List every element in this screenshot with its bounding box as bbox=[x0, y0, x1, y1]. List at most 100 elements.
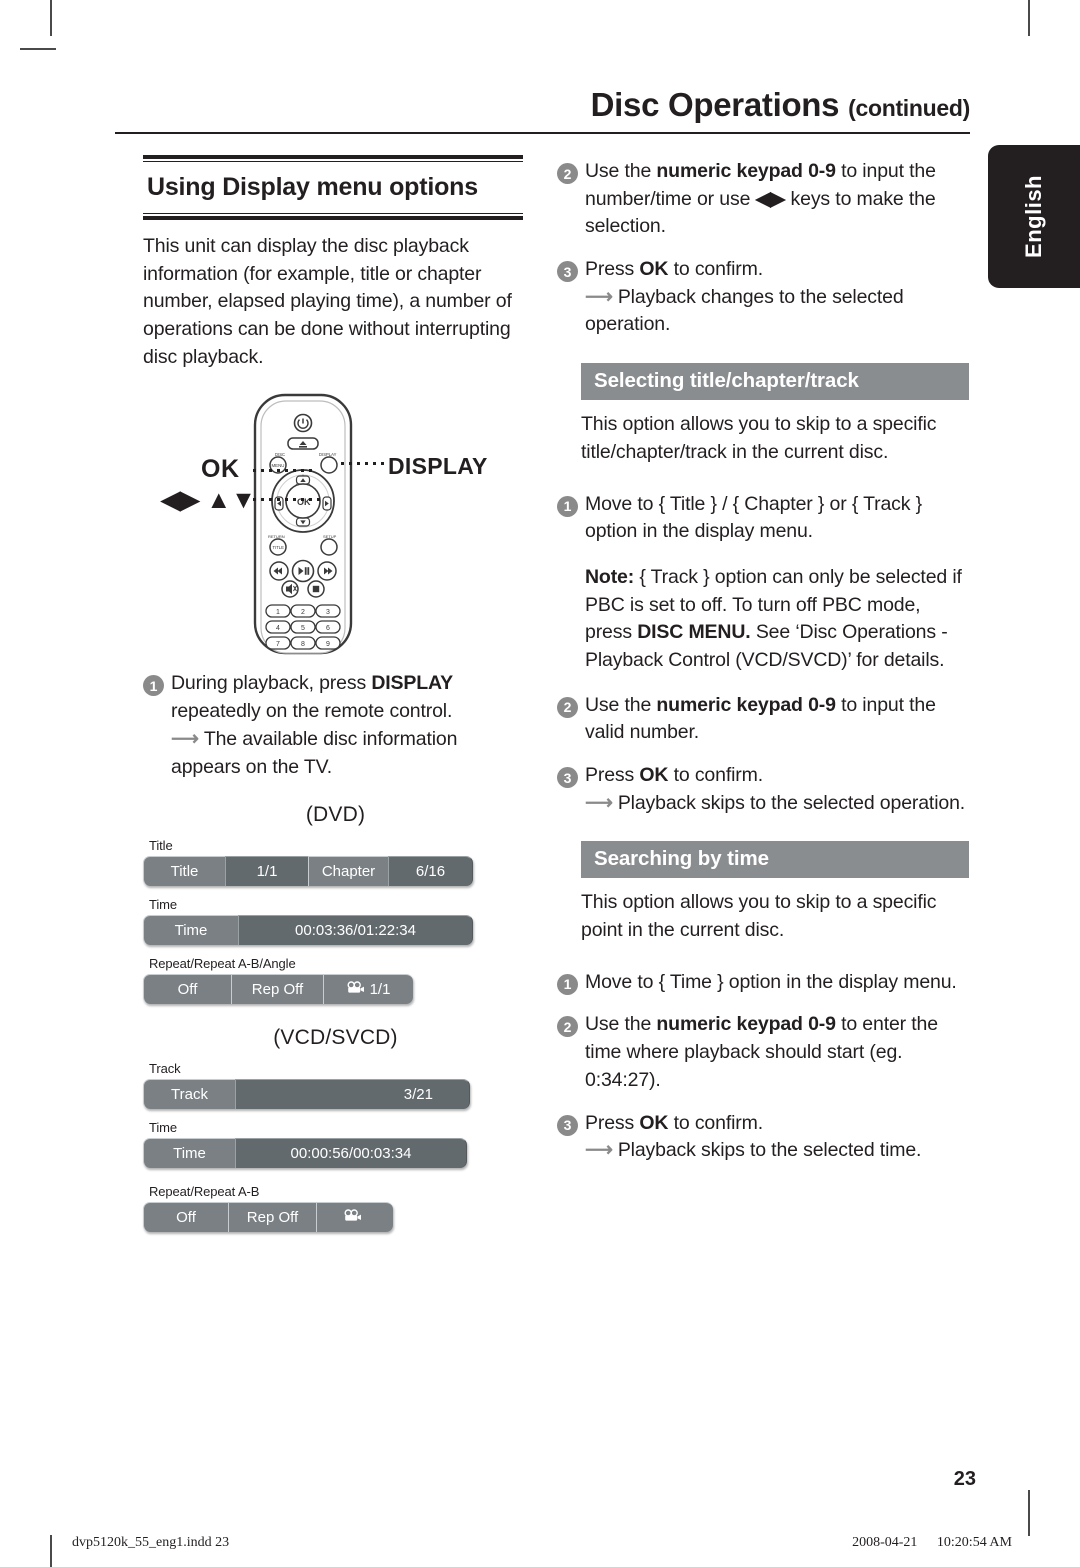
step-text-pre: Use the bbox=[585, 1013, 657, 1036]
osd-segment-title[interactable]: Title bbox=[143, 856, 225, 887]
section-rule-top-thick bbox=[143, 155, 523, 159]
step-text-bold: OK bbox=[639, 764, 669, 786]
svg-text:9: 9 bbox=[326, 641, 330, 648]
step-number-badge: 3 bbox=[557, 767, 578, 788]
step-text-bold: numeric keypad 0-9 bbox=[656, 160, 836, 182]
step-text-pre: Use the bbox=[585, 693, 657, 716]
step-number-badge: 3 bbox=[557, 1114, 578, 1136]
step-number-badge: 3 bbox=[557, 261, 578, 283]
left-step-1: 1 During playback, press DISPLAY repeate… bbox=[143, 670, 528, 781]
step-text: Move to { Time } option in the display m… bbox=[585, 970, 957, 993]
section-rule-bottom-thin bbox=[143, 213, 523, 214]
subsection-heading-selecting: Selecting title/chapter/track bbox=[581, 363, 969, 401]
svg-text:5: 5 bbox=[301, 625, 305, 632]
note-block: Note: { Track } option can only be selec… bbox=[557, 564, 969, 675]
remote-control-svg: DISC MENU DISPLAY OK RETURN TITLE SETUP … bbox=[253, 394, 353, 655]
select-step-1: 1 Move to { Title } / { Chapter } or { T… bbox=[557, 491, 969, 546]
callout-nav-keys-label: ◀▶ ▲▼ bbox=[161, 486, 256, 515]
section-title: Using Display menu options bbox=[147, 173, 478, 201]
vcd-osd-row1-label: Track bbox=[149, 1061, 181, 1077]
language-tab: English bbox=[988, 145, 1080, 288]
step-text-bold: OK bbox=[639, 258, 669, 281]
osd-segment-repeat[interactable]: Off bbox=[143, 974, 231, 1005]
step-text: Use the numeric keypad 0-9 to input the … bbox=[585, 158, 969, 241]
page-title-main: Disc Operations bbox=[590, 86, 840, 123]
time-step-2: 2 Use the numeric keypad 0-9 to enter th… bbox=[557, 1011, 969, 1094]
svg-text:DISPLAY: DISPLAY bbox=[319, 452, 337, 457]
step-text-bold: OK bbox=[639, 1111, 669, 1134]
crop-mark-bottom-left-vertical bbox=[50, 1535, 52, 1567]
step-text-pre: Press bbox=[585, 764, 640, 786]
dvd-osd-row3-label: Repeat/Repeat A-B/Angle bbox=[149, 956, 296, 972]
osd-segment-time-value[interactable]: 00:00:56/00:03:34 bbox=[235, 1138, 467, 1169]
svg-text:7: 7 bbox=[276, 641, 280, 648]
callout-display-label: DISPLAY bbox=[388, 453, 488, 480]
step-text-post: to confirm. bbox=[668, 258, 764, 281]
note-label: Note: bbox=[585, 565, 635, 588]
vcd-osd-row2: Time 00:00:56/00:03:34 bbox=[143, 1138, 528, 1169]
select-step-3: 3 Press OK to confirm. ⟶ Playback skips t… bbox=[557, 762, 969, 817]
step-result-text: Playback changes to the selected operati… bbox=[585, 285, 904, 336]
vcd-osd-panel: Track Track 3/21 Time Time 00:00:56/00:0… bbox=[143, 1061, 528, 1233]
note-disc-menu-bold: DISC MENU. bbox=[637, 621, 751, 644]
osd-segment-repeat-ab[interactable]: Rep Off bbox=[231, 974, 323, 1005]
svg-text:DISC: DISC bbox=[275, 452, 285, 457]
angle-camera-icon bbox=[347, 981, 365, 998]
osd-segment-time[interactable]: Time bbox=[143, 915, 238, 946]
step-result-text: Playback skips to the selected time. bbox=[617, 1139, 922, 1162]
step-text: Press OK to confirm. ⟶ Playback skips to … bbox=[585, 762, 965, 817]
svg-text:SETUP: SETUP bbox=[323, 534, 337, 539]
footer-date: 2008-04-21 bbox=[852, 1535, 918, 1550]
step-text-pre: Use the bbox=[585, 160, 657, 182]
svg-text:2: 2 bbox=[301, 609, 305, 616]
step-text-bold: numeric keypad 0-9 bbox=[656, 1013, 836, 1036]
osd-segment-chapter[interactable]: Chapter bbox=[308, 856, 388, 887]
step-number-badge: 2 bbox=[557, 696, 578, 718]
arrow-icon: ⟶ bbox=[585, 1139, 613, 1162]
osd-segment-chapter-value[interactable]: 6/16 bbox=[388, 856, 473, 887]
step-result: ⟶ Playback changes to the selected operat… bbox=[585, 284, 969, 339]
page-header: Disc Operations (continued) bbox=[115, 86, 970, 134]
arrow-icon: ⟶ bbox=[171, 727, 199, 750]
subsection-intro-searching: This option allows you to skip to a spec… bbox=[581, 891, 937, 942]
step-text-post: to confirm. bbox=[668, 764, 764, 786]
vcd-caption: (VCD/SVCD) bbox=[273, 1026, 398, 1050]
section-rule-bottom-thick bbox=[143, 216, 523, 220]
step-text: Use the numeric keypad 0-9 to input the … bbox=[585, 692, 969, 747]
dvd-osd-row2-label: Time bbox=[149, 897, 178, 913]
step-text-bold: DISPLAY bbox=[371, 672, 453, 695]
svg-text:8: 8 bbox=[301, 641, 305, 648]
step-text-pre: Press bbox=[585, 1111, 640, 1134]
angle-camera-icon bbox=[343, 1209, 362, 1226]
callout-ok-label: OK bbox=[201, 455, 240, 484]
osd-segment-time-value[interactable]: 00:03:36/01:22:34 bbox=[238, 915, 473, 946]
step-text-pre: Press bbox=[585, 258, 640, 281]
osd-segment-time[interactable]: Time bbox=[143, 1138, 235, 1169]
step-result: ⟶ Playback skips to the selected time. bbox=[585, 1137, 921, 1165]
footer-timestamp: 2008-04-21 10:20:54 AM bbox=[836, 1535, 1012, 1551]
crop-mark-bottom-right-vertical bbox=[1028, 1490, 1030, 1536]
osd-segment-angle[interactable]: 1/1 bbox=[323, 974, 413, 1005]
osd-segment-angle-value: 1/1 bbox=[369, 981, 391, 999]
nav-keys-icon: ◀▶ bbox=[755, 187, 786, 210]
right-column: 2 Use the numeric keypad 0-9 to input th… bbox=[557, 158, 969, 1165]
step-text: Use the numeric keypad 0-9 to enter the … bbox=[585, 1011, 969, 1094]
osd-segment-track-value[interactable]: 3/21 bbox=[235, 1079, 470, 1110]
callout-leader-nav bbox=[253, 498, 325, 501]
right-step-2: 2 Use the numeric keypad 0-9 to input th… bbox=[557, 158, 969, 241]
osd-segment-repeat[interactable]: Off bbox=[143, 1202, 228, 1233]
osd-segment-repeat-ab[interactable]: Rep Off bbox=[228, 1202, 316, 1233]
osd-segment-track[interactable]: Track bbox=[143, 1079, 235, 1110]
subsection-intro-selecting: This option allows you to skip to a spec… bbox=[581, 413, 937, 463]
svg-text:1: 1 bbox=[276, 609, 280, 616]
osd-segment-title-value[interactable]: 1/1 bbox=[225, 856, 308, 887]
step-text: Press OK to confirm. ⟶ Playback changes t… bbox=[585, 256, 969, 339]
svg-text:3: 3 bbox=[326, 609, 330, 616]
callout-leader-ok bbox=[253, 469, 315, 472]
osd-segment-angle[interactable] bbox=[316, 1202, 393, 1233]
step-text-bold: numeric keypad 0-9 bbox=[656, 693, 836, 716]
section-heading-block: Using Display menu options bbox=[143, 155, 523, 220]
vcd-osd-row3-label: Repeat/Repeat A-B bbox=[149, 1184, 260, 1200]
footer-filename: dvp5120k_55_eng1.indd 23 bbox=[72, 1535, 230, 1550]
step-result-text: Playback skips to the selected operation… bbox=[617, 791, 966, 814]
